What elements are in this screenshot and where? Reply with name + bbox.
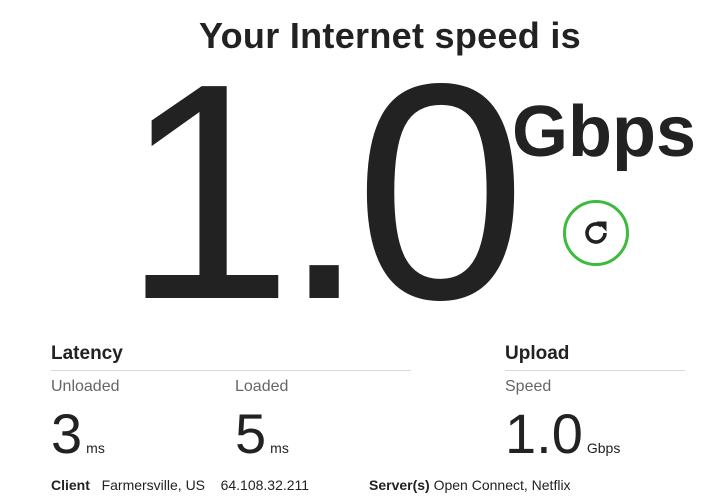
upload-speed-value: 1.0: [505, 402, 583, 465]
client-info: Client Farmersville, US 64.108.32.211: [51, 476, 309, 494]
upload-title: Upload: [505, 343, 570, 364]
loaded-latency-value: 5: [235, 402, 267, 465]
servers-value: Open Connect, Netflix: [433, 477, 571, 493]
client-label: Client: [51, 477, 90, 493]
latency-title: Latency: [51, 343, 123, 364]
upload-divider: [505, 370, 685, 371]
unloaded-latency-value: 3: [51, 402, 83, 465]
loaded-latency-label: Loaded: [235, 378, 289, 395]
client-ip: 64.108.32.211: [220, 477, 310, 493]
server-info: Server(s) Open Connect, Netflix: [369, 476, 571, 494]
upload-speed-label: Speed: [505, 378, 552, 395]
client-location: Farmersville, US: [101, 477, 206, 493]
loaded-latency-metric: 5 ms: [235, 404, 289, 464]
refresh-icon: [579, 216, 613, 250]
download-speed-value: 1.0: [122, 20, 526, 364]
unloaded-latency-label: Unloaded: [51, 378, 120, 395]
refresh-button[interactable]: [563, 200, 629, 266]
latency-divider: [51, 370, 411, 371]
unloaded-latency-unit: ms: [86, 440, 105, 456]
download-speed-unit: Gbps: [512, 92, 697, 172]
upload-speed-metric: 1.0 Gbps: [505, 404, 620, 464]
loaded-latency-unit: ms: [270, 440, 289, 456]
servers-label: Server(s): [369, 477, 430, 493]
upload-speed-unit: Gbps: [586, 440, 621, 456]
unloaded-latency-metric: 3 ms: [51, 404, 105, 464]
